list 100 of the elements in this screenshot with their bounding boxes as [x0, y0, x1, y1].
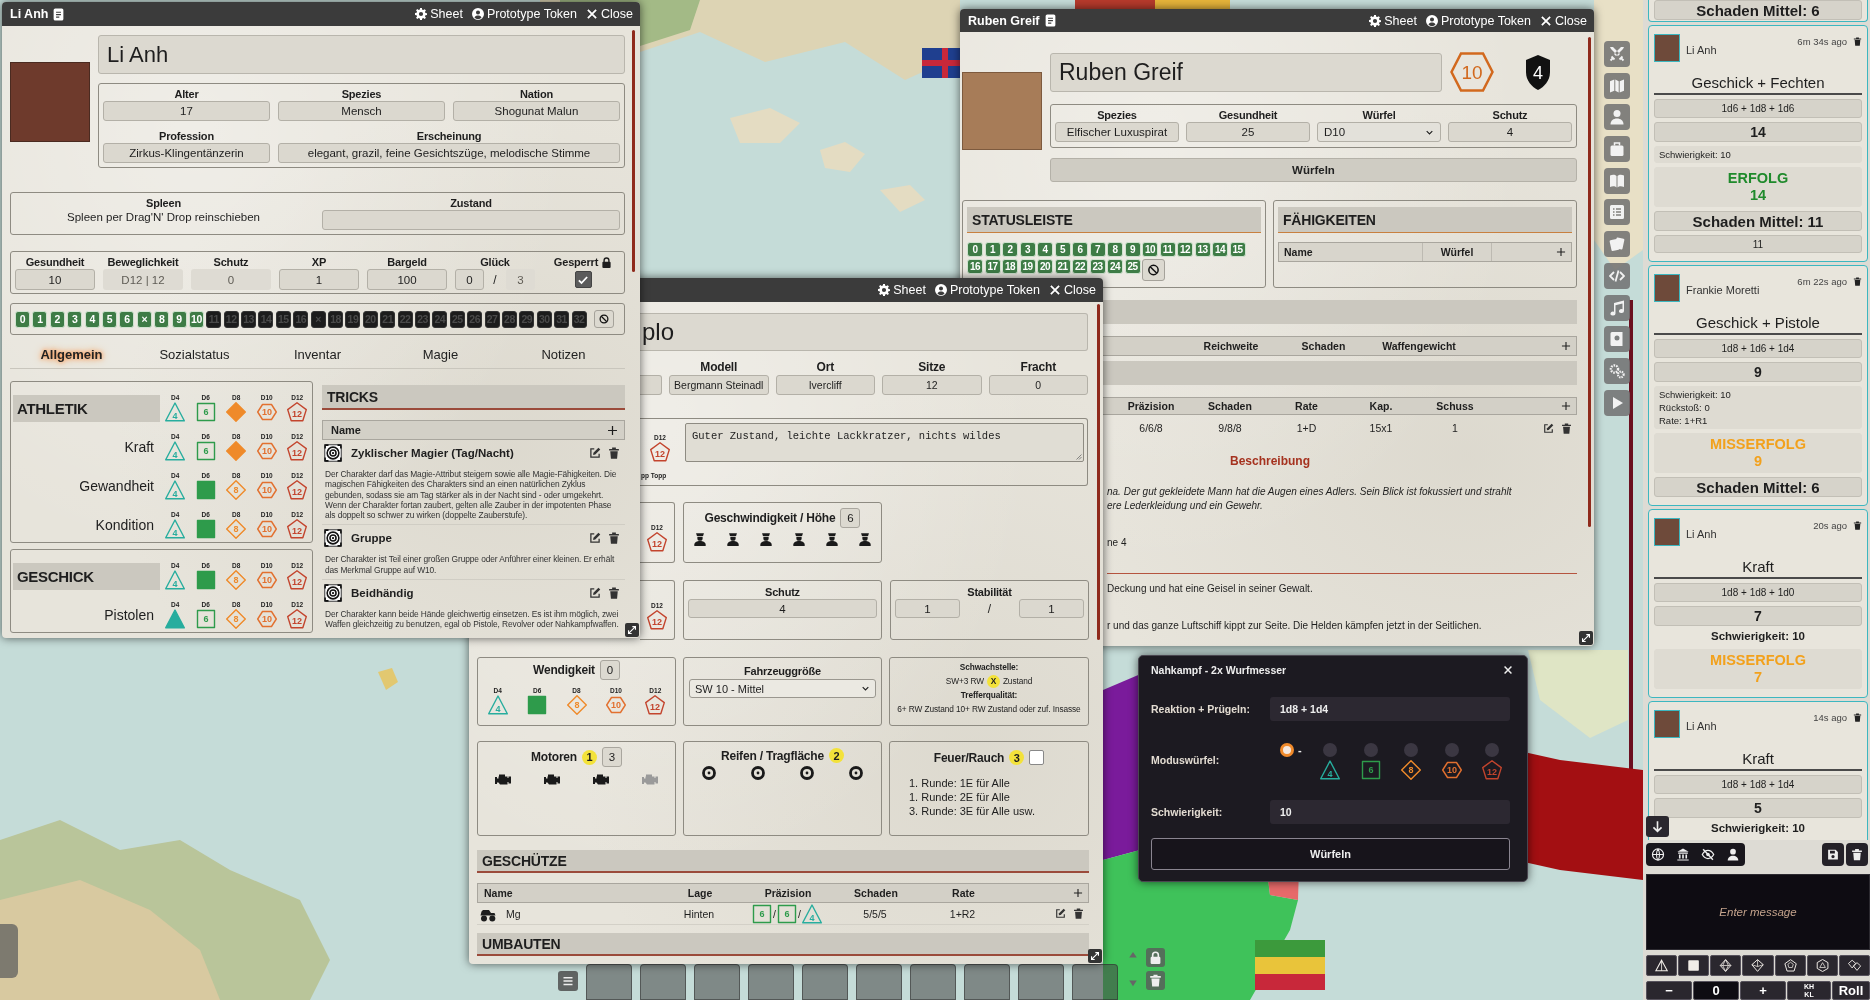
d12-die-icon[interactable]: 12 [645, 695, 666, 715]
tab[interactable]: Allgemein [10, 343, 133, 368]
resize-handle-icon[interactable] [1579, 631, 1593, 645]
scrollbar[interactable] [1097, 304, 1100, 640]
name-field[interactable]: plo [640, 313, 1088, 351]
document-icon[interactable] [1043, 14, 1057, 27]
wheel-icon[interactable] [701, 766, 716, 780]
status-pip[interactable]: 12 [1177, 242, 1193, 257]
radio-button[interactable] [1404, 743, 1419, 757]
text-field[interactable]: 0 [988, 375, 1088, 395]
macro-slot[interactable] [640, 964, 686, 1000]
status-pip[interactable]: 2 [49, 310, 65, 328]
status-pip[interactable]: 7 [1089, 242, 1106, 257]
suitcase-icon[interactable] [1604, 136, 1630, 163]
number-field[interactable]: 100 [367, 269, 447, 290]
increment-button[interactable]: + [1740, 981, 1786, 1000]
book-icon[interactable] [1604, 167, 1630, 194]
input-field[interactable]: 10 [1270, 800, 1510, 824]
number-field[interactable]: 0 [455, 269, 484, 290]
d12-die-icon[interactable]: 12 [647, 610, 667, 630]
macro-slot[interactable] [964, 964, 1010, 1000]
sheet-button[interactable]: Sheet [1369, 13, 1417, 28]
roll-button[interactable]: Würfeln [1151, 838, 1510, 870]
d8-die-icon[interactable] [1710, 955, 1742, 976]
document-icon[interactable] [52, 7, 66, 21]
input-field[interactable] [640, 375, 662, 395]
gears-icon[interactable] [1604, 357, 1630, 384]
caret-up-icon[interactable] [1128, 950, 1138, 960]
d6-die-icon[interactable] [1678, 955, 1710, 976]
save-icon[interactable] [1822, 843, 1844, 866]
prototype-token-button[interactable]: Prototype Token [934, 283, 1041, 297]
plus-icon[interactable] [1073, 888, 1083, 898]
d12-die-icon[interactable]: 12 [650, 442, 670, 462]
status-pip[interactable]: 18 [1002, 259, 1018, 274]
status-pip[interactable]: 10 [1142, 242, 1158, 257]
macro-slot[interactable] [586, 964, 632, 1000]
d10-die-icon[interactable]: 10 [256, 441, 277, 461]
wheel-icon[interactable] [800, 766, 815, 780]
scroll-down-icon[interactable] [1646, 816, 1669, 837]
number-field[interactable]: 0 [599, 660, 620, 680]
tab[interactable]: Sozialstatus [133, 343, 256, 368]
number-field[interactable]: 1 [1019, 599, 1084, 618]
status-pip[interactable]: 9 [171, 310, 187, 328]
number-field[interactable]: 6 [840, 508, 861, 528]
edit-icon[interactable] [1055, 908, 1066, 919]
d12-die-icon[interactable]: 12 [287, 609, 308, 629]
decrement-button[interactable]: − [1646, 981, 1692, 1000]
menu-icon[interactable] [558, 971, 578, 991]
journal-icon[interactable] [1604, 326, 1630, 353]
status-pip[interactable]: 21 [1054, 259, 1071, 274]
plus-icon[interactable] [1561, 401, 1571, 411]
macro-slot[interactable] [748, 964, 794, 1000]
status-pip[interactable]: 22 [1072, 259, 1088, 274]
status-pip[interactable]: 4 [1037, 242, 1053, 257]
status-pip[interactable]: 8 [1107, 242, 1123, 257]
d12-die-icon[interactable]: 12 [287, 441, 308, 461]
pilot-icon[interactable] [791, 532, 806, 546]
notes-field[interactable]: Guter Zustand, leichte Lackkratzer, nichts wildes [685, 423, 1084, 462]
status-pip[interactable]: 0 [15, 310, 30, 328]
close-button[interactable]: Close [586, 7, 633, 21]
status-pip[interactable]: 14 [1212, 242, 1228, 257]
radio-button[interactable] [1363, 743, 1378, 757]
d10-die-icon[interactable] [1742, 955, 1774, 976]
number-field[interactable]: 1 [895, 599, 960, 618]
d4-die-icon[interactable] [1646, 955, 1678, 976]
d10-die-icon[interactable]: 10 [256, 402, 277, 422]
close-button[interactable]: Close [1049, 283, 1096, 297]
status-pip[interactable]: 6 [119, 310, 135, 328]
edit-icon[interactable] [589, 447, 601, 459]
pilot-icon[interactable] [759, 532, 774, 546]
map-icon[interactable] [1604, 72, 1630, 99]
trash-icon[interactable] [608, 532, 620, 545]
status-pip[interactable]: 5 [1054, 242, 1071, 257]
crossed-swords-icon[interactable] [1604, 41, 1630, 67]
macro-slot[interactable] [910, 964, 956, 1000]
text-field[interactable]: Zirkus-Klingentänzerin [103, 143, 270, 163]
text-field[interactable]: Ivercliff [775, 375, 875, 395]
radio-button[interactable] [1323, 743, 1338, 757]
scrollbar[interactable] [632, 30, 635, 272]
number-field[interactable]: 1 [279, 269, 359, 290]
plus-icon[interactable] [607, 424, 618, 436]
d12-die-icon[interactable]: 12 [647, 532, 667, 552]
tab[interactable]: Inventar [256, 343, 379, 368]
trash-icon[interactable] [1853, 37, 1862, 46]
d12-die-icon[interactable]: 12 [287, 519, 308, 539]
d12-die-icon[interactable]: 12 [287, 570, 308, 590]
resize-grip-icon[interactable] [1074, 452, 1082, 460]
trash-icon[interactable] [1561, 422, 1572, 434]
text-field[interactable]: elegant, grazil, feine Gesichtszüge, melodische Stimme [278, 143, 620, 163]
status-pip[interactable]: 11 [1159, 242, 1176, 257]
radio-button[interactable] [1444, 743, 1459, 757]
d6-die-icon[interactable]: 6 [195, 402, 216, 422]
d12-die-icon[interactable]: 12 [287, 402, 308, 422]
chat-input[interactable]: Enter message [1646, 874, 1870, 950]
trash-icon[interactable] [1073, 908, 1084, 919]
code-icon[interactable] [1604, 262, 1630, 289]
radio-button[interactable] [1280, 743, 1294, 757]
status-pip[interactable]: 15 [1229, 242, 1246, 257]
text-field[interactable]: 25 [1186, 122, 1310, 142]
trash-icon[interactable] [608, 587, 620, 600]
